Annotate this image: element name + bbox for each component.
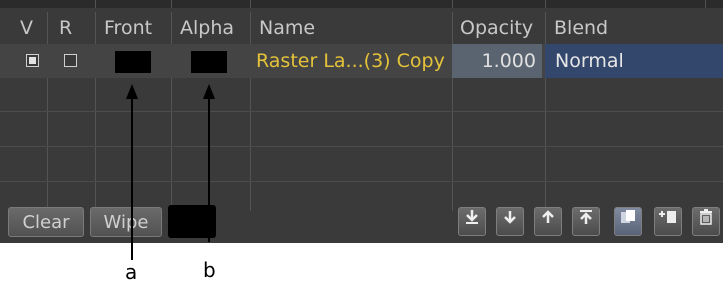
header-render[interactable]: R: [51, 12, 72, 44]
delete-layer-icon[interactable]: [692, 207, 720, 236]
row-divider: [0, 146, 723, 147]
clear-button[interactable]: Clear: [8, 207, 84, 237]
front-thumbnail[interactable]: [115, 51, 151, 73]
header-blend[interactable]: Blend: [546, 12, 608, 44]
visible-checkbox[interactable]: [26, 54, 39, 67]
column-header: V R Front Alpha Name Opacity Blend: [0, 12, 723, 44]
header-front[interactable]: Front: [96, 12, 152, 44]
render-checkbox[interactable]: [64, 54, 77, 67]
layer-row[interactable]: Raster La...(3) Copy 1.000 Normal: [0, 44, 723, 78]
opacity-field[interactable]: 1.000: [452, 44, 542, 78]
move-to-bottom-icon[interactable]: [458, 207, 486, 236]
move-up-icon[interactable]: [534, 207, 562, 236]
layer-name[interactable]: Raster La...(3) Copy: [256, 44, 450, 78]
callout-label-b: b: [203, 258, 216, 282]
row-divider: [0, 111, 723, 112]
blend-mode-field[interactable]: Normal: [545, 44, 723, 78]
callout-arrow-b: [208, 96, 210, 242]
header-opacity[interactable]: Opacity: [452, 12, 533, 44]
header-visible[interactable]: V: [12, 12, 33, 44]
add-layer-icon[interactable]: [654, 207, 682, 236]
callout-label-a: a: [125, 260, 138, 284]
header-name[interactable]: Name: [251, 12, 315, 44]
move-down-icon[interactable]: [496, 207, 524, 236]
wipe-button[interactable]: Wipe: [90, 207, 162, 237]
layer-editor-panel: V R Front Alpha Name Opacity Blend Raste…: [0, 0, 723, 243]
duplicate-layer-icon[interactable]: [614, 207, 642, 236]
alpha-thumbnail[interactable]: [191, 51, 227, 73]
callout-arrow-a: [131, 96, 133, 260]
move-to-top-icon[interactable]: [572, 207, 600, 236]
row-divider: [0, 181, 723, 182]
top-strip: [0, 0, 723, 8]
header-alpha[interactable]: Alpha: [172, 12, 234, 44]
